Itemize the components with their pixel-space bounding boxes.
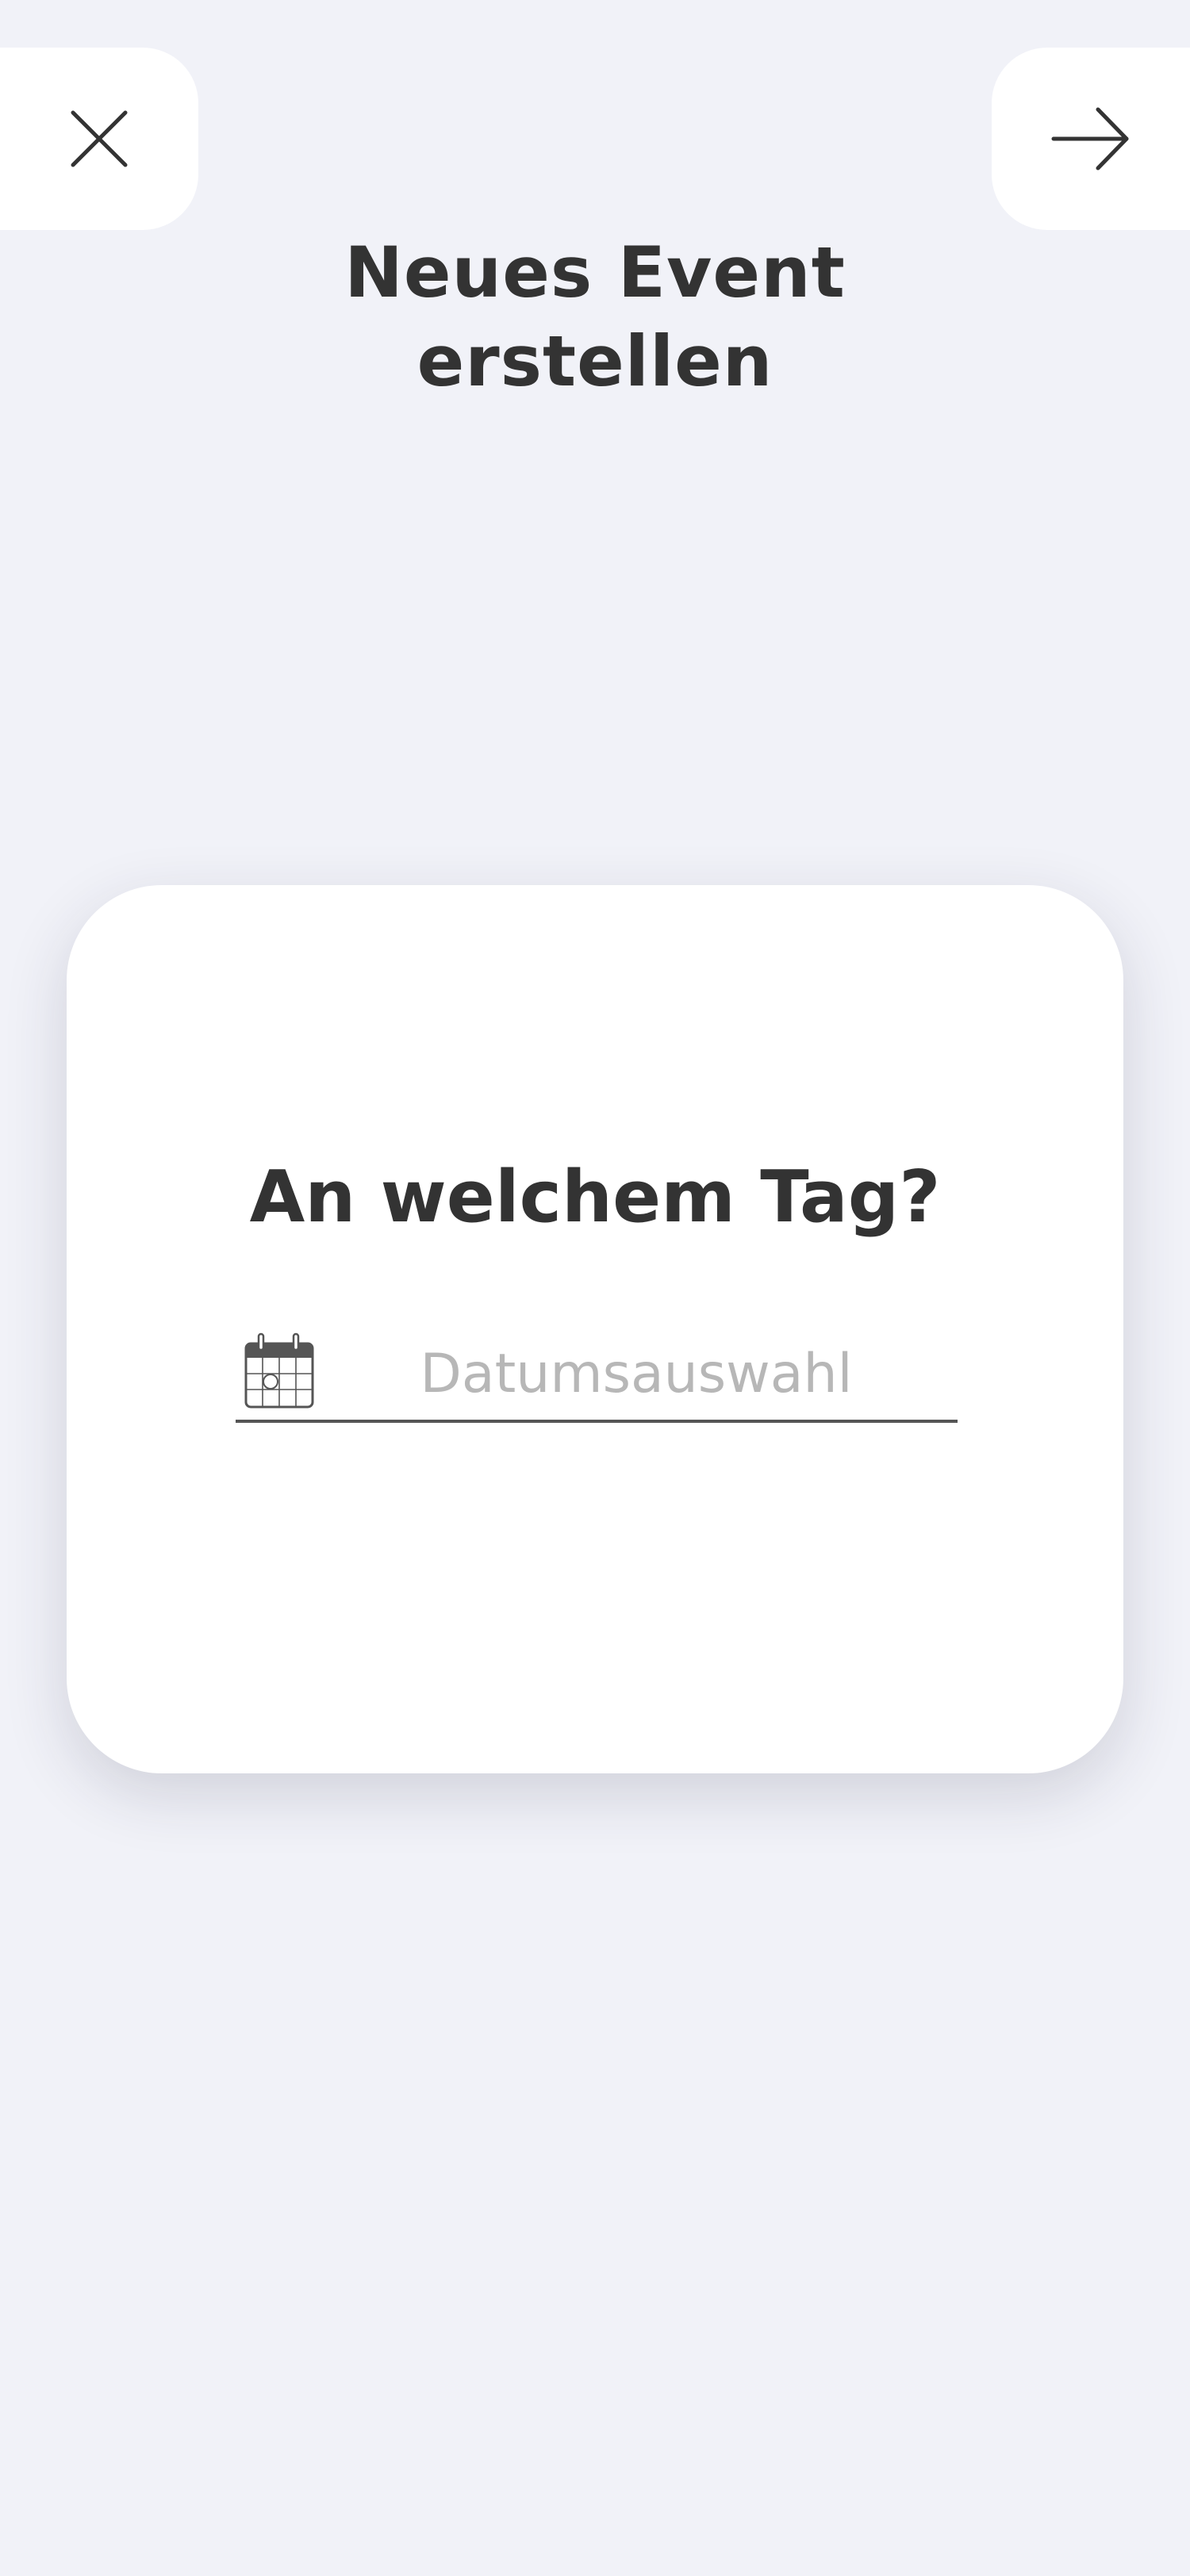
calendar-icon xyxy=(244,1332,314,1409)
next-button[interactable] xyxy=(992,48,1190,230)
question-heading: An welchem Tag? xyxy=(249,1156,941,1239)
date-picker-field[interactable]: Datumsauswahl xyxy=(236,1324,958,1423)
page-title: Neues Event erstellen xyxy=(344,232,846,402)
date-field-placeholder: Datumsauswahl xyxy=(420,1343,853,1405)
close-icon xyxy=(71,110,128,167)
close-button[interactable] xyxy=(0,48,198,230)
arrow-right-icon xyxy=(1051,107,1129,171)
